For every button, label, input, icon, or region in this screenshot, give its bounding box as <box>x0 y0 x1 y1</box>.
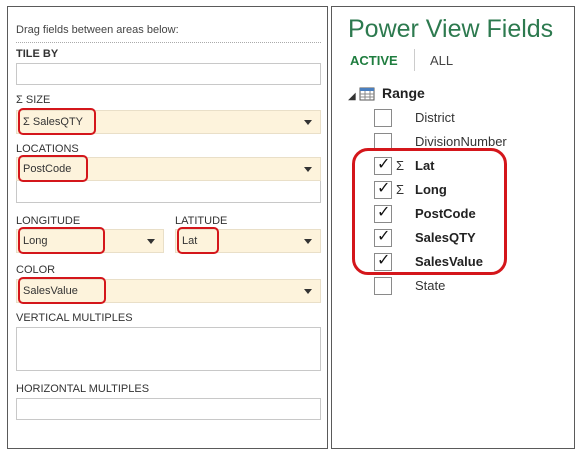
vertical-multiples-well[interactable] <box>16 327 321 371</box>
power-view-fields-panel: Power View Fields ACTIVE ALL ◢ Range Dis… <box>331 6 575 449</box>
highlight-latitude <box>177 227 219 254</box>
highlight-checked-fields <box>352 148 507 275</box>
color-label: COLOR <box>16 264 56 276</box>
field-label-district[interactable]: District <box>415 110 455 125</box>
tab-active[interactable]: ACTIVE <box>350 53 398 68</box>
size-label: Σ SIZE <box>16 94 51 106</box>
horizontal-multiples-label: HORIZONTAL MULTIPLES <box>16 383 150 395</box>
field-label-divisionnumber[interactable]: DivisionNumber <box>415 134 507 149</box>
field-label-state[interactable]: State <box>415 278 445 293</box>
latitude-label: LATITUDE <box>175 215 228 227</box>
field-wells-panel: Drag fields between areas below: TILE BY… <box>7 6 328 449</box>
drag-hint: Drag fields between areas below: <box>16 24 179 36</box>
tab-divider <box>414 49 415 71</box>
tab-all[interactable]: ALL <box>430 53 453 68</box>
locations-label: LOCATIONS <box>16 143 79 155</box>
highlight-longitude <box>18 227 105 254</box>
tile-by-label: TILE BY <box>16 48 59 60</box>
chevron-down-icon[interactable] <box>304 239 312 244</box>
sigma-icon: Σ <box>16 94 23 106</box>
field-checkbox-state[interactable] <box>374 277 392 295</box>
chevron-down-icon[interactable] <box>304 289 312 294</box>
vertical-multiples-label: VERTICAL MULTIPLES <box>16 312 133 324</box>
longitude-label: LONGITUDE <box>16 215 81 227</box>
highlight-size <box>18 108 96 135</box>
highlight-color <box>18 277 106 304</box>
collapse-arrow-icon[interactable]: ◢ <box>348 91 356 102</box>
chevron-down-icon[interactable] <box>304 120 312 125</box>
horizontal-multiples-well[interactable] <box>16 398 321 420</box>
chevron-down-icon[interactable] <box>304 167 312 172</box>
tile-by-well[interactable] <box>16 63 321 85</box>
panel-title: Power View Fields <box>348 15 554 43</box>
table-name[interactable]: Range <box>382 85 425 101</box>
divider <box>16 42 321 43</box>
field-checkbox-district[interactable] <box>374 109 392 127</box>
table-icon <box>359 87 375 101</box>
chevron-down-icon[interactable] <box>147 239 155 244</box>
highlight-locations <box>18 155 88 182</box>
